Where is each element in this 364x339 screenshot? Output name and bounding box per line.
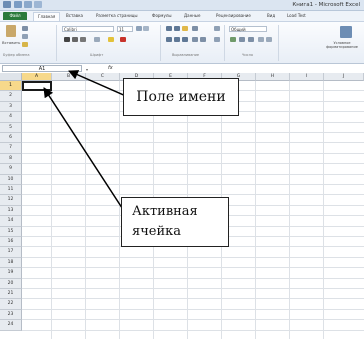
- arrow-to-active-cell: [43, 87, 127, 215]
- annotation-arrows: [43, 70, 129, 215]
- callout-active-cell-line2: ячейка: [132, 224, 182, 239]
- callout-name-box-text: Поле имени: [136, 89, 226, 105]
- callout-name-box: Поле имени: [123, 78, 239, 116]
- callout-active-cell-line1: Активная: [132, 204, 198, 219]
- arrow-to-name-box: [68, 70, 129, 98]
- callout-active-cell: Активная ячейка: [121, 197, 229, 247]
